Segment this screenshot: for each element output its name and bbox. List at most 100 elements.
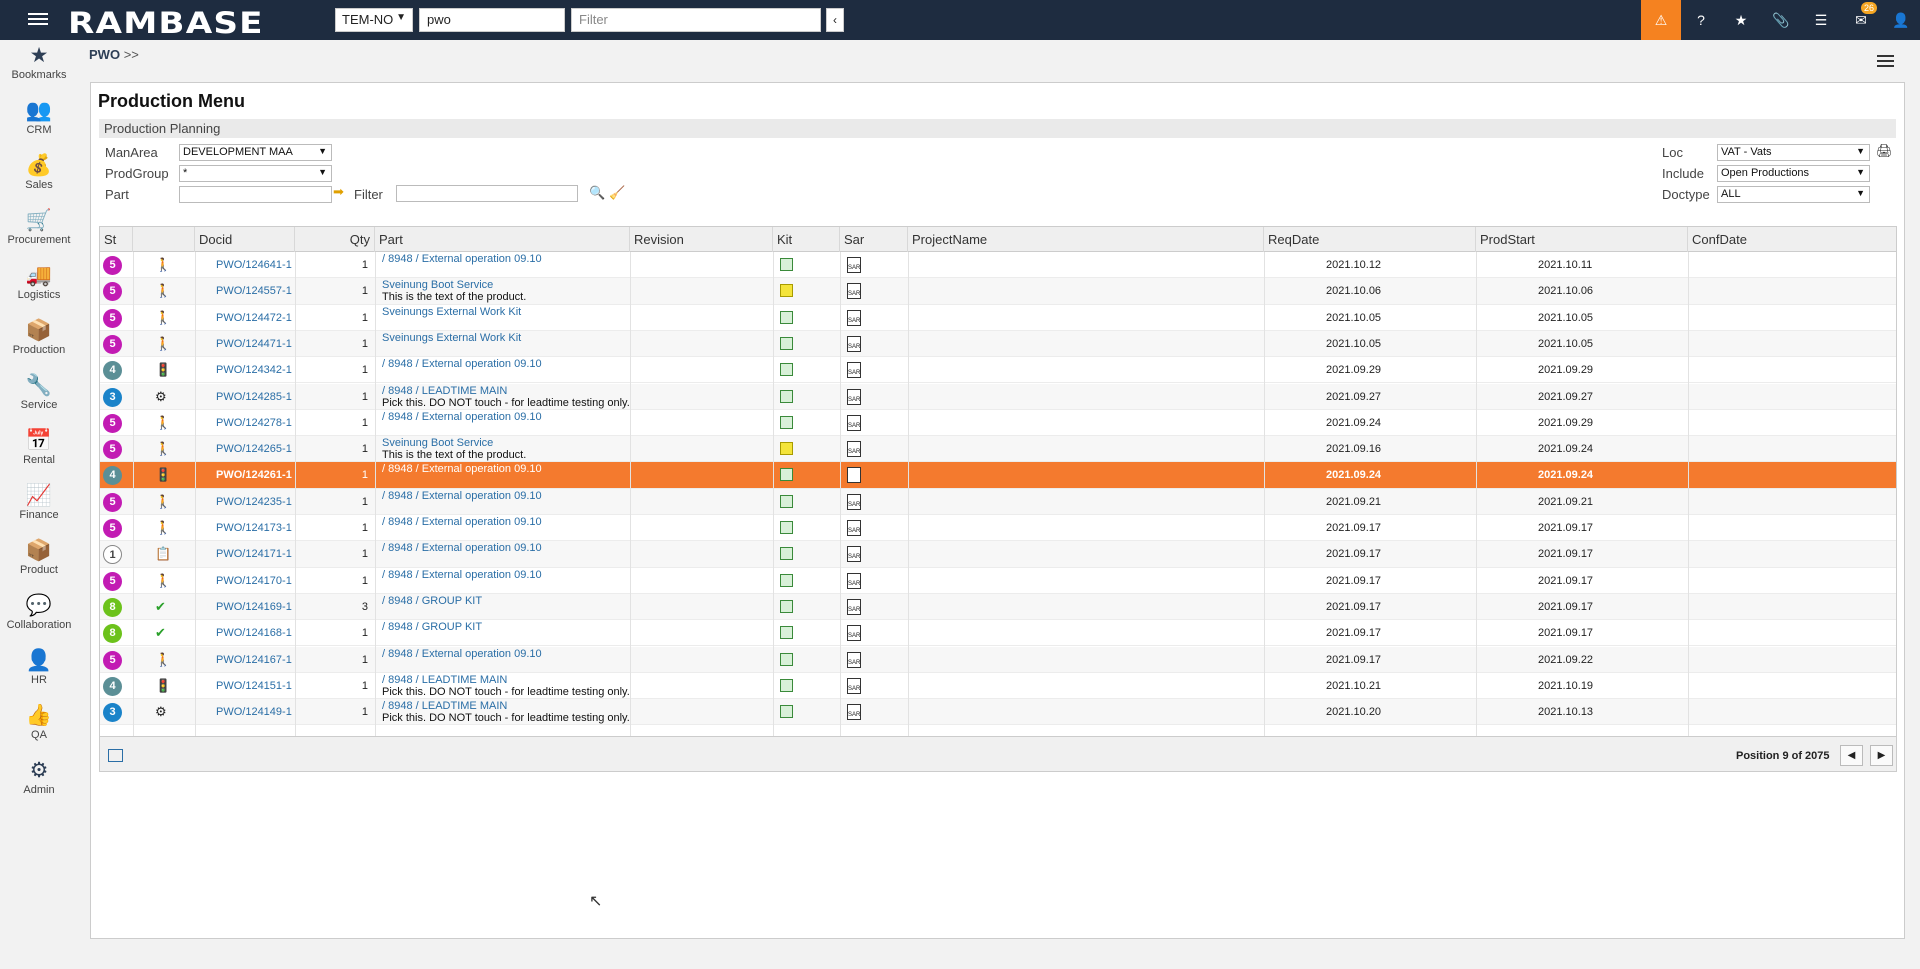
part-link[interactable]: / 8948 / LEADTIME MAIN	[382, 385, 507, 397]
breadcrumb-item[interactable]: PWO	[89, 47, 120, 62]
calendar-icon[interactable]	[108, 749, 123, 762]
part-link[interactable]: / 8948 / LEADTIME MAIN	[382, 700, 507, 712]
table-row[interactable]: 3 ⚙ PWO/124149-1 1 / 8948 / LEADTIME MAIN Pic…	[100, 699, 1896, 726]
loc-select[interactable]: VAT - Vats ▼	[1717, 144, 1870, 161]
sar-document-icon[interactable]: SAR	[847, 388, 861, 405]
star-icon[interactable]: ★	[1721, 0, 1761, 40]
part-link[interactable]: / 8948 / External operation 09.10	[382, 516, 542, 528]
sidebar-item-hr[interactable]: 👤 HR	[0, 649, 78, 703]
kit-icon[interactable]	[780, 363, 793, 377]
table-row[interactable]: 5 🚶 PWO/124235-1 1 / 8948 / External operati…	[100, 488, 1896, 515]
docid-link[interactable]: PWO/124171-1	[216, 548, 292, 560]
sar-document-icon[interactable]: SAR	[847, 546, 861, 563]
include-select[interactable]: Open Productions ▼	[1717, 165, 1870, 182]
sidebar-item-procurement[interactable]: 🛒 Procurement	[0, 209, 78, 263]
column-header-docid[interactable]: Docid	[195, 227, 295, 252]
part-link[interactable]: Sveinungs External Work Kit	[382, 306, 521, 318]
sidebar-item-rental[interactable]: 📅 Rental	[0, 429, 78, 483]
kit-icon[interactable]	[780, 652, 793, 666]
sar-document-icon[interactable]: SAR	[847, 598, 861, 615]
context-menu-icon[interactable]	[1877, 52, 1894, 70]
manarea-select[interactable]: DEVELOPMENT MAA ▼	[179, 144, 332, 161]
company-select[interactable]: TEM-NO ▼	[335, 8, 413, 32]
sar-document-icon[interactable]: SAR	[847, 572, 861, 589]
kit-icon[interactable]	[780, 626, 793, 640]
kit-icon[interactable]	[780, 573, 793, 587]
sar-document-icon[interactable]: SAR	[847, 704, 861, 721]
sar-document-icon[interactable]: SAR	[847, 441, 861, 458]
sar-document-icon[interactable]: SAR	[847, 677, 861, 694]
part-link[interactable]: / 8948 / External operation 09.10	[382, 253, 542, 265]
sidebar-item-finance[interactable]: 📈 Finance	[0, 484, 78, 538]
column-header-status-icon[interactable]	[133, 227, 195, 252]
search-input[interactable]: pwo	[419, 8, 565, 32]
sar-document-icon[interactable]: SAR	[847, 625, 861, 642]
kit-icon[interactable]	[780, 258, 793, 271]
table-row[interactable]: 5 🚶 PWO/124278-1 1 / 8948 / External operati…	[100, 410, 1896, 437]
sidebar-item-logistics[interactable]: 🚚 Logistics	[0, 264, 78, 318]
table-row[interactable]: 8 ✔ PWO/124169-1 3 / 8948 / GROUP KIT SAR 2021…	[100, 593, 1896, 621]
sar-document-icon[interactable]: SAR	[847, 414, 861, 431]
kit-icon[interactable]	[780, 599, 793, 613]
next-page-button[interactable]: ▶	[1870, 745, 1893, 766]
kit-icon[interactable]	[780, 705, 793, 719]
prodgroup-select[interactable]: * ▼	[179, 165, 332, 182]
user-icon[interactable]: 👤	[1881, 0, 1920, 40]
part-link[interactable]: / 8948 / GROUP KIT	[382, 621, 482, 633]
part-input[interactable]	[179, 186, 332, 203]
table-row[interactable]: 4 🚦 PWO/124342-1 1 / 8948 / External operati…	[100, 357, 1896, 384]
column-header-projectname[interactable]: ProjectName	[908, 227, 1264, 252]
sar-document-icon[interactable]: SAR	[847, 520, 861, 536]
sar-document-icon[interactable]: SAR	[847, 362, 861, 379]
sidebar-item-sales[interactable]: 💰 Sales	[0, 154, 78, 208]
sidebar-item-product[interactable]: 📦 Product	[0, 539, 78, 593]
kit-icon[interactable]	[780, 468, 793, 482]
mail-icon[interactable]: ✉ 26	[1841, 0, 1881, 40]
column-header-revision[interactable]: Revision	[630, 227, 773, 252]
kit-icon[interactable]	[780, 336, 793, 350]
table-row[interactable]: 3 ⚙ PWO/124285-1 1 / 8948 / LEADTIME MAIN Pic…	[100, 383, 1896, 410]
column-header-kit[interactable]: Kit	[773, 227, 840, 252]
part-link[interactable]: / 8948 / External operation 09.10	[382, 542, 542, 554]
kit-icon[interactable]	[780, 521, 793, 534]
collapse-button[interactable]: ‹	[826, 8, 844, 32]
docid-link[interactable]: PWO/124149-1	[216, 706, 292, 718]
kit-icon[interactable]	[780, 678, 793, 692]
docid-link[interactable]: PWO/124641-1	[216, 259, 292, 271]
sar-document-icon[interactable]: SAR	[847, 651, 861, 668]
docid-link[interactable]: PWO/124265-1	[216, 443, 292, 455]
sar-document-icon[interactable]: SAR	[847, 467, 861, 484]
part-link[interactable]: / 8948 / External operation 09.10	[382, 358, 542, 370]
part-link[interactable]: Sveinung Boot Service	[382, 279, 493, 291]
kit-icon[interactable]	[780, 310, 793, 324]
table-row[interactable]: 5 🚶 PWO/124167-1 1 / 8948 / External operati…	[100, 646, 1896, 673]
table-row[interactable]: 5 🚶 PWO/124170-1 1 / 8948 / External operati…	[100, 568, 1896, 594]
sar-document-icon[interactable]: SAR	[847, 335, 861, 352]
grid-filter-input[interactable]	[396, 185, 578, 202]
part-link[interactable]: / 8948 / External operation 09.10	[382, 490, 542, 502]
part-link[interactable]: / 8948 / External operation 09.10	[382, 411, 542, 423]
docid-link[interactable]: PWO/124285-1	[216, 391, 292, 403]
previous-page-button[interactable]: ◀	[1840, 745, 1863, 766]
part-link[interactable]: / 8948 / External operation 09.10	[382, 569, 542, 581]
sar-document-icon[interactable]: SAR	[847, 257, 861, 273]
doctype-select[interactable]: ALL ▼	[1717, 186, 1870, 203]
main-menu-icon[interactable]	[28, 10, 48, 30]
kit-icon[interactable]	[780, 284, 793, 298]
part-link[interactable]: / 8948 / External operation 09.10	[382, 463, 542, 475]
part-link[interactable]: / 8948 / LEADTIME MAIN	[382, 674, 507, 686]
docid-link[interactable]: PWO/124557-1	[216, 285, 292, 297]
paperclip-icon[interactable]: 📎	[1761, 0, 1801, 40]
kit-icon[interactable]	[780, 547, 793, 561]
column-header-st[interactable]: St	[100, 227, 133, 252]
sar-document-icon[interactable]: SAR	[847, 309, 861, 326]
docid-link[interactable]: PWO/124167-1	[216, 654, 292, 666]
kit-icon[interactable]	[780, 415, 793, 429]
docid-link[interactable]: PWO/124173-1	[216, 522, 292, 534]
table-row[interactable]: 8 ✔ PWO/124168-1 1 / 8948 / GROUP KIT SAR 2021…	[100, 620, 1896, 647]
docid-link[interactable]: PWO/124261-1	[216, 469, 292, 481]
table-row[interactable]: 5 🚶 PWO/124557-1 1 Sveinung Boot Service This…	[100, 278, 1896, 305]
breadcrumb[interactable]: PWO >>	[89, 47, 139, 62]
print-icon[interactable]: 🖨	[1876, 143, 1893, 159]
alert-icon[interactable]: ⚠	[1641, 0, 1681, 40]
